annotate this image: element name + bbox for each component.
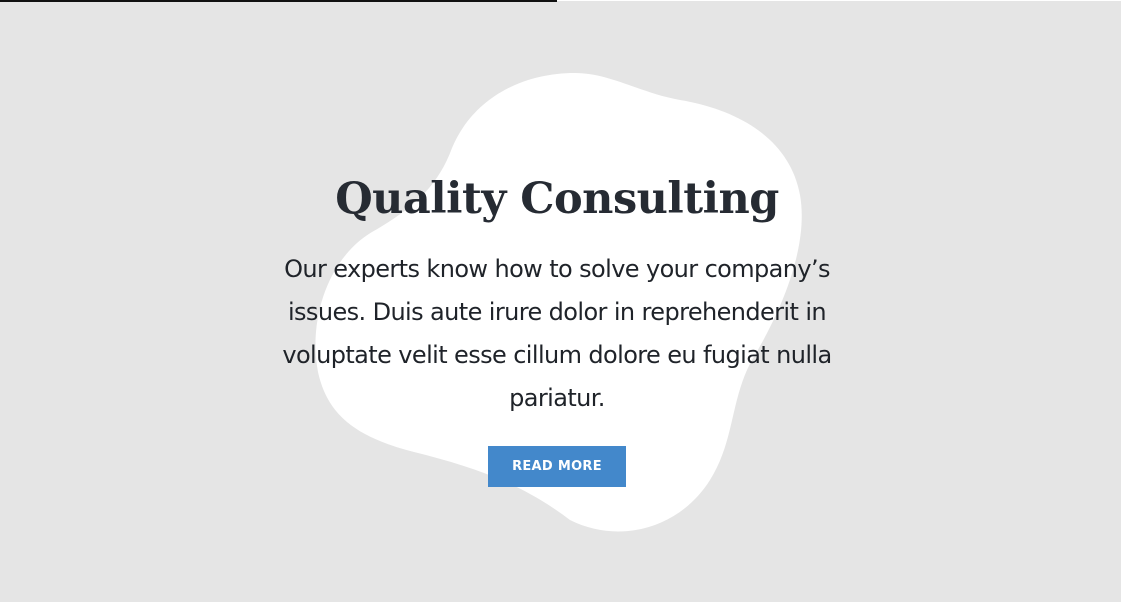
feature-card: Quality Consulting Our experts know how … bbox=[250, 168, 864, 487]
feature-title: Quality Consulting bbox=[335, 174, 779, 224]
feature-description: Our experts know how to solve your compa… bbox=[282, 255, 832, 412]
read-more-button[interactable]: READ MORE bbox=[488, 446, 626, 487]
